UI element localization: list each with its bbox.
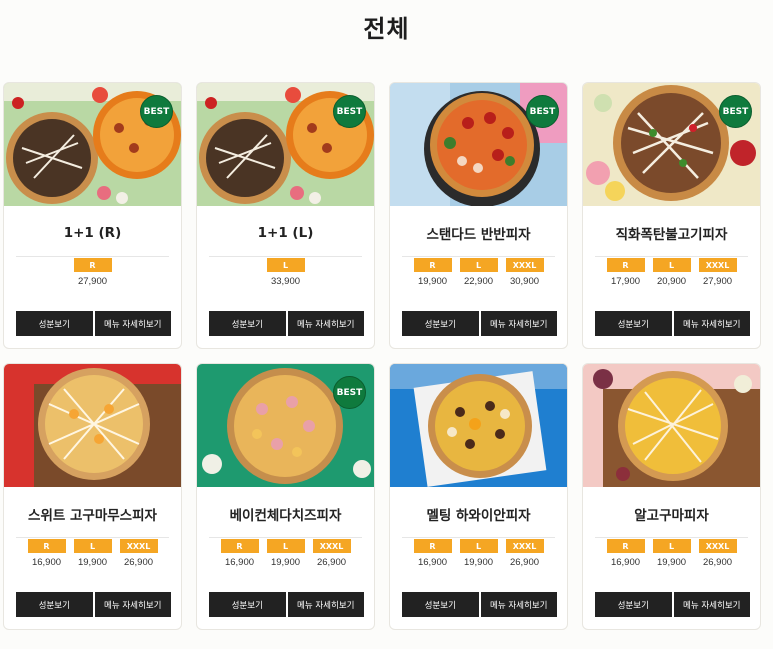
menu-image[interactable]: BEST [197,83,374,206]
menu-details-button[interactable]: 메뉴 자세히보기 [673,311,750,336]
menu-name: 1+1 (L) [257,225,314,241]
price: 19,900 [463,557,494,568]
size-badge: L [266,258,305,272]
pizza-image [390,364,567,487]
ingredients-button[interactable]: 성분보기 [209,311,286,336]
price: 30,900 [509,276,540,287]
size-badge: XXXL [698,258,737,272]
menu-card: BEST 스탠다드 반반피자 R 19,900 L 22,900 XXXL 30,90… [389,82,568,349]
menu-card: BEST 1+1 (L) L 33,900 성분보기 메뉴 자세히보기 [196,82,375,349]
price: 33,900 [270,276,301,287]
best-badge: BEST [333,95,366,128]
menu-card: 알고구마피자 R 16,900 L 19,900 XXXL 26,900 성분보기 메… [582,363,761,630]
menu-card: 스위트 고구마무스피자 R 16,900 L 19,900 XXXL 26,900 성… [3,363,182,630]
size-badge: R [606,539,645,553]
best-badge: BEST [526,95,559,128]
price: 20,900 [656,276,687,287]
price: 17,900 [610,276,641,287]
page-title: 전체 [363,15,410,43]
price: 26,900 [123,557,154,568]
ingredients-button[interactable]: 성분보기 [402,592,479,617]
size-badge: R [73,258,112,272]
price: 16,900 [610,557,641,568]
ingredients-button[interactable]: 성분보기 [595,311,672,336]
size-badge: L [459,258,498,272]
best-badge: BEST [333,376,366,409]
menu-image[interactable]: BEST [390,83,567,206]
menu-name: 스위트 고구마무스피자 [28,508,157,524]
menu-image[interactable] [4,364,181,487]
size-badge: R [220,539,259,553]
ingredients-button[interactable]: 성분보기 [402,311,479,336]
size-badge: XXXL [505,539,544,553]
size-badge: XXXL [505,258,544,272]
menu-image[interactable]: BEST [583,83,760,206]
menu-name: 1+1 (R) [63,225,122,241]
size-badge: L [459,539,498,553]
size-badge: XXXL [119,539,158,553]
menu-grid: BEST 1+1 (R) R 27,900 성분보기 메뉴 자세히보기 BEST [3,82,761,630]
price: 16,900 [417,557,448,568]
menu-name: 알고구마피자 [634,508,709,524]
size-badge: R [606,258,645,272]
price: 26,900 [702,557,733,568]
price: 26,900 [509,557,540,568]
size-badge: R [413,258,452,272]
menu-card: BEST 베이컨체다치즈피자 R 16,900 L 19,900 XXXL 26,90… [196,363,375,630]
menu-card: BEST 1+1 (R) R 27,900 성분보기 메뉴 자세히보기 [3,82,182,349]
size-badge: L [266,539,305,553]
size-badge: L [73,539,112,553]
pizza-image [4,364,181,487]
price: 27,900 [702,276,733,287]
menu-details-button[interactable]: 메뉴 자세히보기 [94,592,171,617]
menu-name: 베이컨체다치즈피자 [229,508,342,524]
price: 19,900 [417,276,448,287]
menu-details-button[interactable]: 메뉴 자세히보기 [287,592,364,617]
ingredients-button[interactable]: 성분보기 [209,592,286,617]
size-badge: XXXL [698,539,737,553]
size-badge: R [413,539,452,553]
size-badge: R [27,539,66,553]
menu-details-button[interactable]: 메뉴 자세히보기 [287,311,364,336]
menu-details-button[interactable]: 메뉴 자세히보기 [480,592,557,617]
size-badge: L [652,539,691,553]
price: 19,900 [656,557,687,568]
menu-name: 직화폭탄불고기피자 [615,227,728,243]
size-options: R 16,900 L 19,900 XXXL 26,900 [583,538,760,568]
ingredients-button[interactable]: 성분보기 [595,592,672,617]
menu-image[interactable]: BEST [4,83,181,206]
best-badge: BEST [140,95,173,128]
price: 16,900 [31,557,62,568]
menu-name: 스탠다드 반반피자 [426,227,531,243]
menu-details-button[interactable]: 메뉴 자세히보기 [94,311,171,336]
price: 19,900 [77,557,108,568]
price: 19,900 [270,557,301,568]
size-options: L 33,900 [197,257,374,287]
size-options: R 27,900 [4,257,181,287]
price: 22,900 [463,276,494,287]
ingredients-button[interactable]: 성분보기 [16,311,93,336]
ingredients-button[interactable]: 성분보기 [16,592,93,617]
price: 27,900 [77,276,108,287]
menu-card: BEST 직화폭탄불고기피자 R 17,900 L 20,900 XXXL 27,90… [582,82,761,349]
price: 26,900 [316,557,347,568]
menu-image[interactable] [583,364,760,487]
size-options: R 17,900 L 20,900 XXXL 27,900 [583,257,760,287]
best-badge: BEST [719,95,752,128]
pizza-image [583,364,760,487]
menu-image[interactable] [390,364,567,487]
size-badge: XXXL [312,539,351,553]
price: 16,900 [224,557,255,568]
size-options: R 19,900 L 22,900 XXXL 30,900 [390,257,567,287]
size-options: R 16,900 L 19,900 XXXL 26,900 [390,538,567,568]
menu-details-button[interactable]: 메뉴 자세히보기 [480,311,557,336]
menu-card: 멜팅 하와이안피자 R 16,900 L 19,900 XXXL 26,900 성분보… [389,363,568,630]
size-options: R 16,900 L 19,900 XXXL 26,900 [197,538,374,568]
size-badge: L [652,258,691,272]
menu-name: 멜팅 하와이안피자 [426,508,531,524]
size-options: R 16,900 L 19,900 XXXL 26,900 [4,538,181,568]
menu-image[interactable]: BEST [197,364,374,487]
menu-details-button[interactable]: 메뉴 자세히보기 [673,592,750,617]
